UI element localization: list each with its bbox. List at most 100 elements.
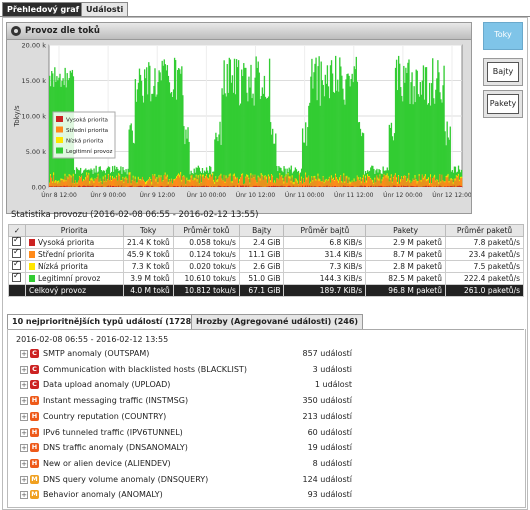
total-avg-bytes: 189.7 KiB/s <box>283 284 367 297</box>
priority-swatch <box>28 251 35 258</box>
y-tick-label: 20.00 k <box>22 42 47 50</box>
event-row[interactable]: + C Communication with blacklisted hosts (… <box>16 363 520 377</box>
main-panel: Provoz dle toků 0.00 5.00 k 10.00 k 15.00 k… <box>2 17 528 510</box>
stats-title: Statistika provozu (2016-02-08 06:55 - 2… <box>11 210 259 220</box>
y-axis-label: Toky/s <box>13 105 21 128</box>
flows-cell: 3.9 M toků <box>122 272 174 285</box>
events-date-range: 2016-02-08 06:55 - 2016-02-12 13:55 <box>16 335 169 344</box>
event-row[interactable]: + C SMTP anomaly (OUTSPAM) 857 událostí <box>16 347 520 361</box>
stats-table: ✓ Priorita Toky Průměr toků Bajty Průměr… <box>8 224 525 297</box>
row-checkbox[interactable] <box>12 247 21 258</box>
packets-button[interactable]: Pakety <box>483 90 523 118</box>
total-packets: 96.8 M paketů <box>365 284 446 297</box>
expand-icon[interactable]: + <box>20 412 28 421</box>
x-tick-label: Únr 10 00:00 <box>187 192 227 199</box>
x-tick-label: Únr 10 12:00 <box>236 192 276 199</box>
stats-header-row: ✓ Priorita Toky Průměr toků Bajty Průměr… <box>8 224 525 237</box>
bytes-cell: 11.1 GiB <box>238 248 285 261</box>
x-tick-label: Únr 8 12:00 <box>41 192 77 199</box>
event-count: 3 události <box>312 364 352 374</box>
expand-icon[interactable]: + <box>20 475 28 484</box>
row-checkbox-cell[interactable] <box>8 271 26 285</box>
event-row[interactable]: + H Instant messaging traffic (INSTMSG) 350… <box>16 394 520 408</box>
stats-row: Vysoká priorita21.4 K toků0.058 toku/s2.… <box>8 235 525 249</box>
event-count: 60 událostí <box>307 427 352 437</box>
event-count: 124 událostí <box>302 474 352 484</box>
event-row[interactable]: + H Country reputation (COUNTRY) 213 událos… <box>16 410 520 424</box>
severity-badge: C <box>30 380 39 390</box>
avg-flows-cell: 10.610 toku/s <box>172 272 240 285</box>
event-name[interactable]: DNS traffic anomaly (DNSANOMALY) <box>43 441 188 455</box>
expand-icon[interactable]: + <box>20 350 28 358</box>
expand-icon[interactable]: + <box>20 491 28 500</box>
priority-label: Legitimní provoz <box>37 274 101 283</box>
packets-button-label: Pakety <box>487 94 519 114</box>
priority-label: Vysoká priorita <box>37 238 95 247</box>
col-packets[interactable]: Pakety <box>365 224 446 237</box>
tab-overview-graph[interactable]: Přehledový graf <box>2 2 85 16</box>
event-name[interactable]: SMTP anomaly (OUTSPAM) <box>43 347 149 361</box>
legend-label: Střední priorita <box>66 127 108 134</box>
severity-badge: M <box>30 474 39 484</box>
priority-label: Střední priorita <box>37 250 95 259</box>
event-name[interactable]: New or alien device (ALIENDEV) <box>43 457 171 471</box>
col-avg-packets[interactable]: Průměr paketů <box>444 224 525 237</box>
priority-label: Nízká priorita <box>37 262 89 271</box>
avg-packets-cell: 23.4 paketů/s <box>444 248 525 261</box>
flows-cell: 45.9 K toků <box>122 248 174 261</box>
tab-events[interactable]: Události <box>81 2 129 16</box>
total-avg-packets: 261.0 paketů/s <box>444 284 525 297</box>
event-count: 19 událostí <box>307 443 352 453</box>
event-row[interactable]: + M DNS query volume anomaly (DNSQUERY) 124… <box>16 473 520 487</box>
graph-header: Provoz dle toků <box>7 23 471 40</box>
packets-cell: 82.5 M paketů <box>365 272 446 285</box>
event-row[interactable]: + M Behavior anomaly (ANOMALY) 93 událostí <box>16 488 520 502</box>
event-count: 350 událostí <box>302 396 352 406</box>
expand-icon[interactable]: + <box>20 428 28 437</box>
tab-top10-events[interactable]: 10 nejprioritnějších typů událostí (1728… <box>7 314 200 329</box>
priority-swatch <box>28 275 35 282</box>
flows-button[interactable]: Toky <box>483 22 523 50</box>
event-row[interactable]: + H New or alien device (ALIENDEV) 8 událos… <box>16 457 520 471</box>
col-avg-bytes[interactable]: Průměr bajtů <box>283 224 367 237</box>
avg-packets-cell: 7.5 paketů/s <box>444 260 525 273</box>
expand-icon[interactable]: + <box>20 397 28 406</box>
avg-flows-cell: 0.058 toku/s <box>172 236 240 249</box>
row-checkbox[interactable] <box>12 235 21 246</box>
packets-cell: 8.7 M paketů <box>365 248 446 261</box>
severity-badge: H <box>30 396 39 406</box>
stats-row: Střední priorita 45.9 K toků0.124 toku/s1… <box>8 247 525 261</box>
avg-flows-cell: 0.020 toku/s <box>172 260 240 273</box>
event-name[interactable]: IPv6 tunneled traffic (IPV6TUNNEL) <box>43 426 183 440</box>
expand-icon[interactable]: + <box>20 444 28 453</box>
stats-row: Nízká priorita 7.3 K toků0.020 toku/s2.6 … <box>8 259 525 273</box>
legend-swatch <box>56 147 63 154</box>
event-name[interactable]: Instant messaging traffic (INSTMSG) <box>43 394 188 408</box>
event-name[interactable]: Country reputation (COUNTRY) <box>43 410 166 424</box>
x-tick-label: Únr 9 12:00 <box>139 192 175 199</box>
row-checkbox[interactable] <box>12 271 21 282</box>
x-tick-label: Únr 11 00:00 <box>285 192 325 199</box>
event-row[interactable]: + C Data upload anomaly (UPLOAD) 1 událost <box>16 378 520 392</box>
event-name[interactable]: Communication with blacklisted hosts (BL… <box>43 363 247 377</box>
expand-icon[interactable]: + <box>20 381 28 390</box>
col-priority[interactable]: Priorita <box>24 224 124 237</box>
col-flows[interactable]: Toky <box>122 224 174 237</box>
tab-threats[interactable]: Hrozby (Agregované události) (246) <box>191 314 364 329</box>
row-checkbox[interactable] <box>12 259 21 270</box>
legend-label: Nízká priorita <box>66 138 103 145</box>
event-count: 857 událostí <box>302 349 352 358</box>
expand-icon[interactable]: + <box>20 459 28 468</box>
total-empty-cell <box>8 284 26 297</box>
event-name[interactable]: Behavior anomaly (ANOMALY) <box>43 488 163 502</box>
expand-icon[interactable]: + <box>20 365 28 374</box>
col-bytes[interactable]: Bajty <box>238 224 285 237</box>
bytes-button-label: Bajty <box>487 62 519 82</box>
event-row[interactable]: + H IPv6 tunneled traffic (IPV6TUNNEL) 60 u… <box>16 426 520 440</box>
event-count: 213 událostí <box>302 411 352 421</box>
event-row[interactable]: + H DNS traffic anomaly (DNSANOMALY) 19 udá… <box>16 441 520 455</box>
event-name[interactable]: DNS query volume anomaly (DNSQUERY) <box>43 473 208 487</box>
event-name[interactable]: Data upload anomaly (UPLOAD) <box>43 378 170 392</box>
col-avg-flows[interactable]: Průměr toků <box>172 224 240 237</box>
bytes-button[interactable]: Bajty <box>483 58 523 86</box>
